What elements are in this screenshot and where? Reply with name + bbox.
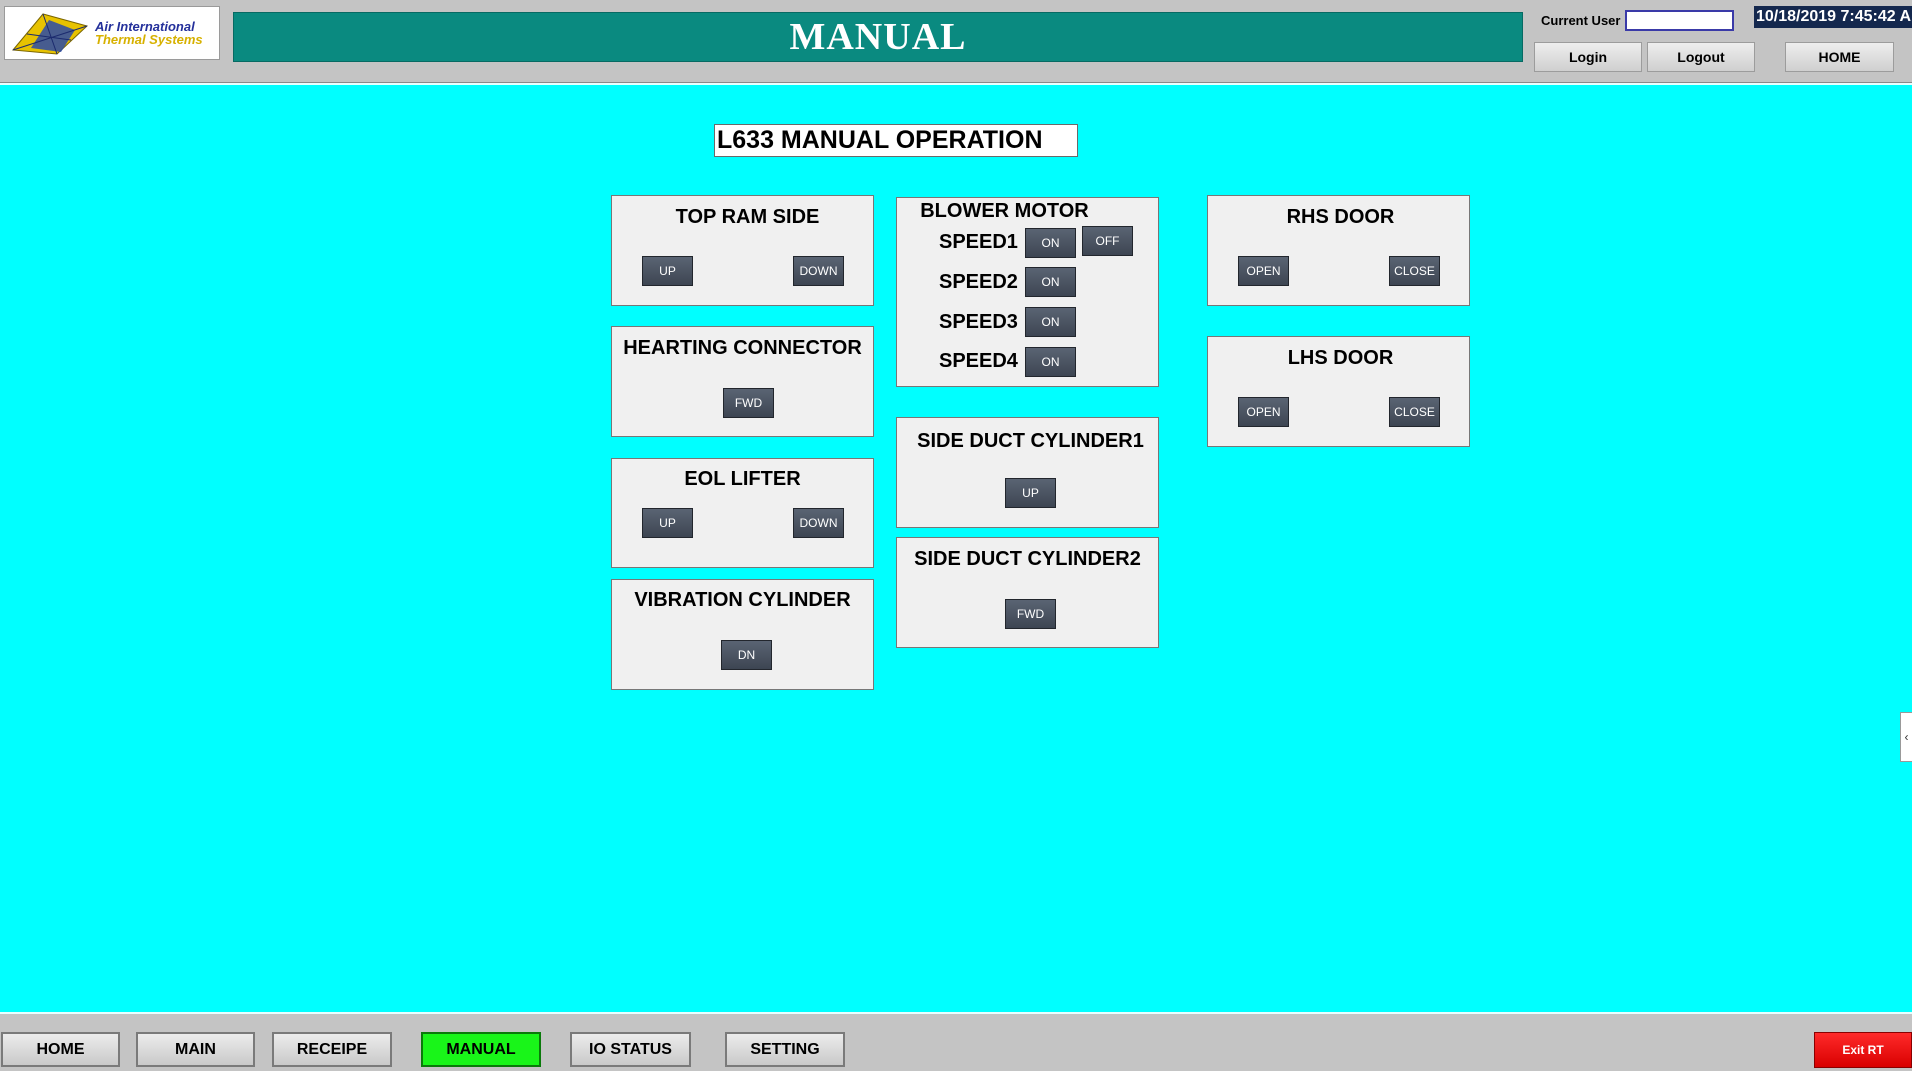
top-bar: Air International Thermal Systems MANUAL… xyxy=(0,0,1912,83)
page-title: L633 MANUAL OPERATION xyxy=(714,124,1078,157)
nav-setting-button[interactable]: SETTING xyxy=(725,1032,845,1067)
speed3-on-button[interactable]: ON xyxy=(1025,307,1076,337)
header-home-button[interactable]: HOME xyxy=(1785,42,1894,72)
speed1-off-button[interactable]: OFF xyxy=(1082,226,1133,256)
panel-hearting-connector: HEARTING CONNECTOR FWD xyxy=(611,326,874,437)
logo-text-line2: Thermal Systems xyxy=(95,32,203,47)
lhs-door-open-button[interactable]: OPEN xyxy=(1238,397,1289,427)
panel-title: EOL LIFTER xyxy=(684,468,801,490)
panel-title: SIDE DUCT CYLINDER1 xyxy=(917,430,1144,452)
panel-blower-motor: BLOWER MOTOR SPEED1 ON OFF SPEED2 ON SPE… xyxy=(896,197,1159,387)
nav-main-button[interactable]: MAIN xyxy=(136,1032,255,1067)
panel-side-duct-cylinder2: SIDE DUCT CYLINDER2 FWD xyxy=(896,537,1159,648)
eol-lifter-down-button[interactable]: DOWN xyxy=(793,508,844,538)
rhs-door-open-button[interactable]: OPEN xyxy=(1238,256,1289,286)
panel-lhs-door: LHS DOOR OPEN CLOSE xyxy=(1207,336,1470,447)
login-button[interactable]: Login xyxy=(1534,42,1642,72)
panel-title: SIDE DUCT CYLINDER2 xyxy=(914,548,1141,570)
exit-rt-button[interactable]: Exit RT xyxy=(1814,1032,1912,1068)
panel-vibration-cylinder: VIBRATION CYLINDER DN xyxy=(611,579,874,690)
nav-receipe-button[interactable]: RECEIPE xyxy=(272,1032,392,1067)
speed2-on-button[interactable]: ON xyxy=(1025,267,1076,297)
eol-lifter-up-button[interactable]: UP xyxy=(642,508,693,538)
speed1-label: SPEED1 xyxy=(939,231,1018,253)
panel-title: RHS DOOR xyxy=(1286,206,1395,228)
logo-emblem-icon xyxy=(12,13,88,55)
panel-top-ram-side: TOP RAM SIDE UP DOWN xyxy=(611,195,874,306)
panel-title: HEARTING CONNECTOR xyxy=(623,337,862,359)
datetime-display: 10/18/2019 7:45:42 A xyxy=(1754,6,1912,28)
rhs-door-close-button[interactable]: CLOSE xyxy=(1389,256,1440,286)
lhs-door-close-button[interactable]: CLOSE xyxy=(1389,397,1440,427)
speed3-label: SPEED3 xyxy=(939,311,1018,333)
side-panel-handle-icon[interactable]: ‹ xyxy=(1900,712,1912,762)
company-logo: Air International Thermal Systems xyxy=(4,6,220,60)
speed2-label: SPEED2 xyxy=(939,271,1018,293)
header-divider xyxy=(0,83,1912,85)
hearting-connector-fwd-button[interactable]: FWD xyxy=(723,388,774,418)
panel-title: LHS DOOR xyxy=(1287,347,1394,369)
screen-title: MANUAL xyxy=(233,12,1523,62)
side-duct-cylinder1-up-button[interactable]: UP xyxy=(1005,478,1056,508)
panel-rhs-door: RHS DOOR OPEN CLOSE xyxy=(1207,195,1470,306)
speed1-on-button[interactable]: ON xyxy=(1025,228,1076,258)
current-user-field[interactable] xyxy=(1625,10,1734,31)
nav-manual-button[interactable]: MANUAL xyxy=(421,1032,541,1067)
side-duct-cylinder2-fwd-button[interactable]: FWD xyxy=(1005,599,1056,629)
nav-io-status-button[interactable]: IO STATUS xyxy=(570,1032,691,1067)
panel-eol-lifter: EOL LIFTER UP DOWN xyxy=(611,458,874,568)
vibration-cylinder-dn-button[interactable]: DN xyxy=(721,640,772,670)
logout-button[interactable]: Logout xyxy=(1647,42,1755,72)
top-ram-up-button[interactable]: UP xyxy=(642,256,693,286)
current-user-label: Current User xyxy=(1541,13,1621,28)
panel-title: BLOWER MOTOR xyxy=(920,200,1089,222)
bottom-nav-bar: HOME MAIN RECEIPE MANUAL IO STATUS SETTI… xyxy=(0,1012,1912,1071)
panel-side-duct-cylinder1: SIDE DUCT CYLINDER1 UP xyxy=(896,417,1159,528)
top-ram-down-button[interactable]: DOWN xyxy=(793,256,844,286)
panel-title: TOP RAM SIDE xyxy=(675,206,820,228)
speed4-label: SPEED4 xyxy=(939,350,1018,372)
nav-home-button[interactable]: HOME xyxy=(1,1032,120,1067)
panel-title: VIBRATION CYLINDER xyxy=(634,589,851,611)
speed4-on-button[interactable]: ON xyxy=(1025,347,1076,377)
